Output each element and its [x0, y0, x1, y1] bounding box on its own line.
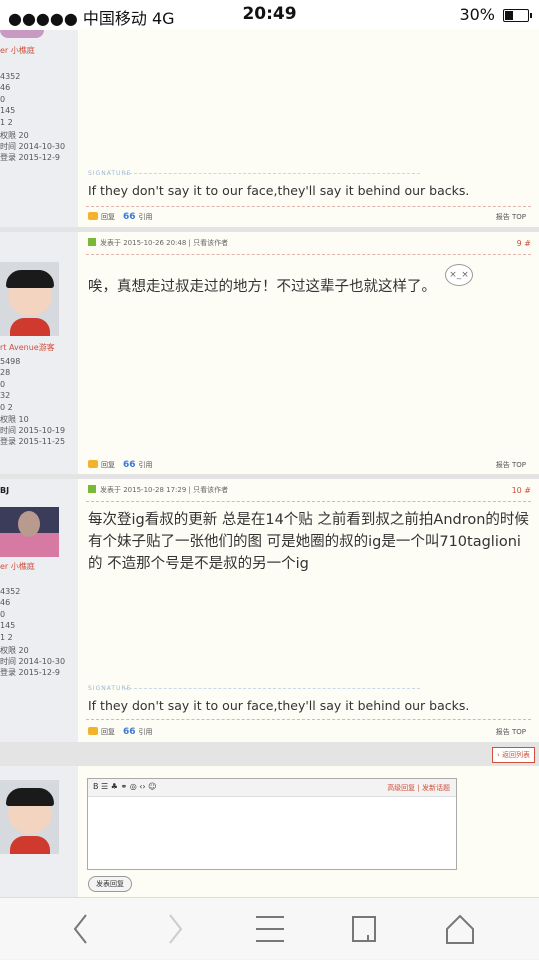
browser-toolbar — [0, 897, 539, 959]
floor-number: 9 # — [516, 239, 531, 248]
quick-reply: B ☰ ♣ ⚭ ◎ ‹› ☺ 高级回复 | 发新话题 发表回复 — [78, 766, 539, 897]
author-perm: 权限 20 — [0, 646, 29, 655]
top-link[interactable]: TOP — [512, 728, 526, 736]
top-link[interactable]: TOP — [512, 461, 526, 469]
post-actions: 回复 66 引用 — [88, 727, 153, 737]
author-stats: 4352 46 0 145 1 2 — [0, 72, 21, 127]
author-sidebar: er 小樵庭 4352 46 0 145 1 2 权限 20 时间 2014-1… — [0, 30, 78, 227]
clock: 20:49 — [242, 4, 297, 24]
quote-icon: 66 — [123, 212, 136, 222]
report-top: 报告 TOP — [496, 727, 526, 737]
battery-percent: 30% — [459, 5, 495, 24]
post-icon — [88, 238, 96, 246]
reply-editor[interactable]: B ☰ ♣ ⚭ ◎ ‹› ☺ 高级回复 | 发新话题 — [87, 778, 457, 870]
author-name[interactable]: rt Avenue游客 — [0, 342, 55, 353]
menu-icon[interactable] — [256, 916, 284, 942]
author-reg: 时间 2014-10-30 — [0, 142, 66, 151]
battery-icon — [503, 9, 532, 22]
report-link[interactable]: 报告 — [496, 728, 510, 736]
avatar — [0, 30, 44, 38]
quote-icon: 66 — [123, 727, 136, 737]
new-topic-link[interactable]: 发新话题 — [422, 784, 450, 792]
author-login: 登录 2015-12-9 — [0, 153, 60, 162]
avatar[interactable] — [0, 262, 59, 336]
post-meta-text[interactable]: 发表于 2015-10-28 17:29 | 只看该作者 — [100, 486, 228, 494]
author-stats: 4352 46 0 145 1 2 — [0, 587, 21, 642]
editor-links: 高级回复 | 发新话题 — [387, 784, 450, 792]
advanced-reply-link[interactable]: 高级回复 — [387, 784, 415, 792]
reply-icon — [88, 460, 98, 468]
top-link[interactable]: TOP — [512, 213, 526, 221]
floor-number: 10 # — [511, 486, 531, 495]
post-meta-text[interactable]: 发表于 2015-10-26 20:48 | 只看该作者 — [100, 239, 228, 247]
post-icon — [88, 485, 96, 493]
toolbar-icons — [73, 914, 474, 944]
quote-link[interactable]: 引用 — [139, 213, 153, 221]
reply-icon — [88, 727, 98, 735]
reply-link[interactable]: 回复 — [101, 461, 115, 469]
avatar[interactable] — [0, 507, 59, 557]
quote-link[interactable]: 引用 — [139, 728, 153, 736]
reply-link[interactable]: 回复 — [101, 728, 115, 736]
author-perm: 权限 10 — [0, 415, 29, 424]
status-bar: ●●●●● 中国移动 4G 20:49 30% — [0, 0, 539, 30]
post-body: 发表于 2015-10-26 20:48 | 只看该作者 9 # 唉，真想走过叔… — [78, 232, 539, 474]
author-login: 登录 2015-12-9 — [0, 668, 60, 677]
home-icon[interactable] — [446, 914, 474, 944]
editor-toolbar: B ☰ ♣ ⚭ ◎ ‹› ☺ 高级回复 | 发新话题 — [88, 779, 456, 797]
signature: If they don't say it to our face,they'll… — [88, 183, 470, 198]
emoticon-icon: ×_× — [445, 264, 473, 286]
report-top: 报告 TOP — [496, 212, 526, 222]
author-reg: 时间 2015-10-19 — [0, 426, 66, 435]
author-sidebar: rt Avenue游客 5498 28 0 32 0 2 权限 10 时间 20… — [0, 232, 78, 474]
back-to-list-button[interactable]: ‹ 返回列表 — [491, 747, 535, 763]
post-body: 发表于 2015-10-28 17:29 | 只看该作者 10 # 每次登ig看… — [78, 479, 539, 742]
author-sidebar: BJ er 小樵庭 4352 46 0 145 1 2 权限 20 时间 201… — [0, 479, 78, 742]
reply-sidebar — [0, 766, 78, 897]
author-perm: 权限 20 — [0, 131, 29, 140]
report-link[interactable]: 报告 — [496, 461, 510, 469]
author-name[interactable]: er 小樵庭 — [0, 561, 35, 572]
report-top: 报告 TOP — [496, 460, 526, 470]
author-short: BJ — [0, 486, 10, 495]
avatar — [0, 780, 59, 854]
signature: If they don't say it to our face,they'll… — [88, 698, 470, 713]
submit-reply-button[interactable]: 发表回复 — [88, 876, 132, 892]
post-meta: 发表于 2015-10-26 20:48 | 只看该作者 — [88, 238, 228, 248]
post-actions: 回复 66 引用 — [88, 460, 153, 470]
forward-icon[interactable] — [169, 914, 183, 944]
tabs-icon[interactable] — [352, 916, 376, 942]
back-icon[interactable] — [73, 914, 87, 944]
quote-link[interactable]: 引用 — [139, 461, 153, 469]
editor-tools[interactable]: B ☰ ♣ ⚭ ◎ ‹› ☺ — [93, 782, 157, 791]
post-body: SIGNATURE If they don't say it to our fa… — [78, 30, 539, 227]
author-login: 登录 2015-11-25 — [0, 437, 66, 446]
reply-link[interactable]: 回复 — [101, 213, 115, 221]
author-reg: 时间 2014-10-30 — [0, 657, 66, 666]
author-name[interactable]: er 小樵庭 — [0, 45, 35, 56]
author-stats: 5498 28 0 32 0 2 — [0, 357, 21, 412]
post-actions: 回复 66 引用 — [88, 212, 153, 222]
post-text: 唉，真想走过叔走过的地方！不过这辈子也就这样了。 — [88, 279, 436, 295]
post-meta: 发表于 2015-10-28 17:29 | 只看该作者 — [88, 485, 228, 495]
post-text: 每次登ig看叔的更新 总是在14个贴 之前看到叔之前拍Andron的时候有个妹子… — [88, 512, 529, 572]
quote-icon: 66 — [123, 460, 136, 470]
report-link[interactable]: 报告 — [496, 213, 510, 221]
reply-icon — [88, 212, 98, 220]
